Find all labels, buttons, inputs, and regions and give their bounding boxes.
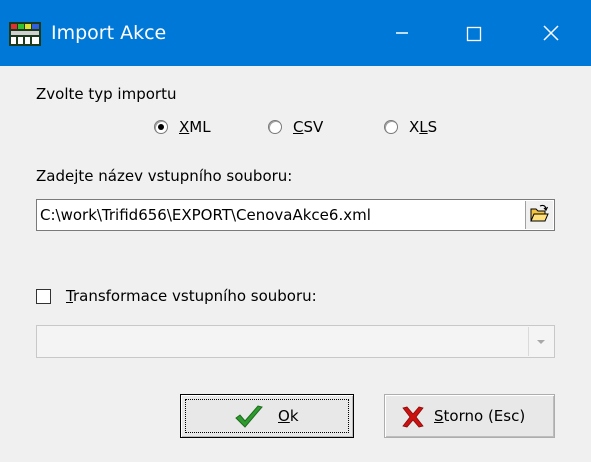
ok-button-focus-ring bbox=[185, 399, 349, 433]
chevron-down-icon bbox=[537, 340, 545, 344]
transform-checkbox[interactable] bbox=[36, 289, 51, 304]
transform-select-arrow[interactable] bbox=[528, 327, 553, 356]
red-x-icon bbox=[402, 406, 424, 428]
cancel-button[interactable]: Storno (Esc) bbox=[384, 394, 555, 438]
close-icon[interactable] bbox=[528, 8, 574, 56]
maximize-icon[interactable] bbox=[451, 8, 497, 56]
transform-select[interactable] bbox=[36, 325, 555, 358]
browse-button[interactable] bbox=[525, 201, 553, 229]
ok-button[interactable]: Ok bbox=[180, 394, 354, 438]
radio-csv-indicator[interactable] bbox=[268, 120, 282, 134]
open-folder-icon bbox=[530, 204, 549, 222]
input-file-value[interactable]: C:\work\Trifid656\EXPORT\CenovaAkce6.xml bbox=[40, 205, 371, 225]
cancel-button-label: Storno (Esc) bbox=[434, 407, 526, 425]
transform-label[interactable]: Transformace vstupního souboru: bbox=[66, 286, 317, 306]
radio-xml-label[interactable]: XML bbox=[179, 117, 211, 137]
app-icon bbox=[9, 22, 41, 46]
import-type-label: Zvolte typ importu bbox=[36, 85, 177, 103]
radio-xls-label[interactable]: XLS bbox=[409, 117, 437, 137]
radio-xml-indicator[interactable] bbox=[154, 120, 168, 134]
minimize-icon[interactable] bbox=[379, 8, 425, 56]
radio-xls-indicator[interactable] bbox=[384, 120, 398, 134]
ok-button-label: Ok bbox=[278, 407, 299, 425]
checkmark-icon bbox=[235, 405, 263, 428]
title-bar[interactable]: Import Akce bbox=[0, 0, 591, 66]
radio-csv-label[interactable]: CSV bbox=[293, 117, 323, 137]
input-file-label: Zadejte název vstupního souboru: bbox=[36, 167, 293, 185]
input-file-field[interactable]: C:\work\Trifid656\EXPORT\CenovaAkce6.xml bbox=[36, 199, 555, 231]
window-title: Import Akce bbox=[51, 22, 167, 44]
